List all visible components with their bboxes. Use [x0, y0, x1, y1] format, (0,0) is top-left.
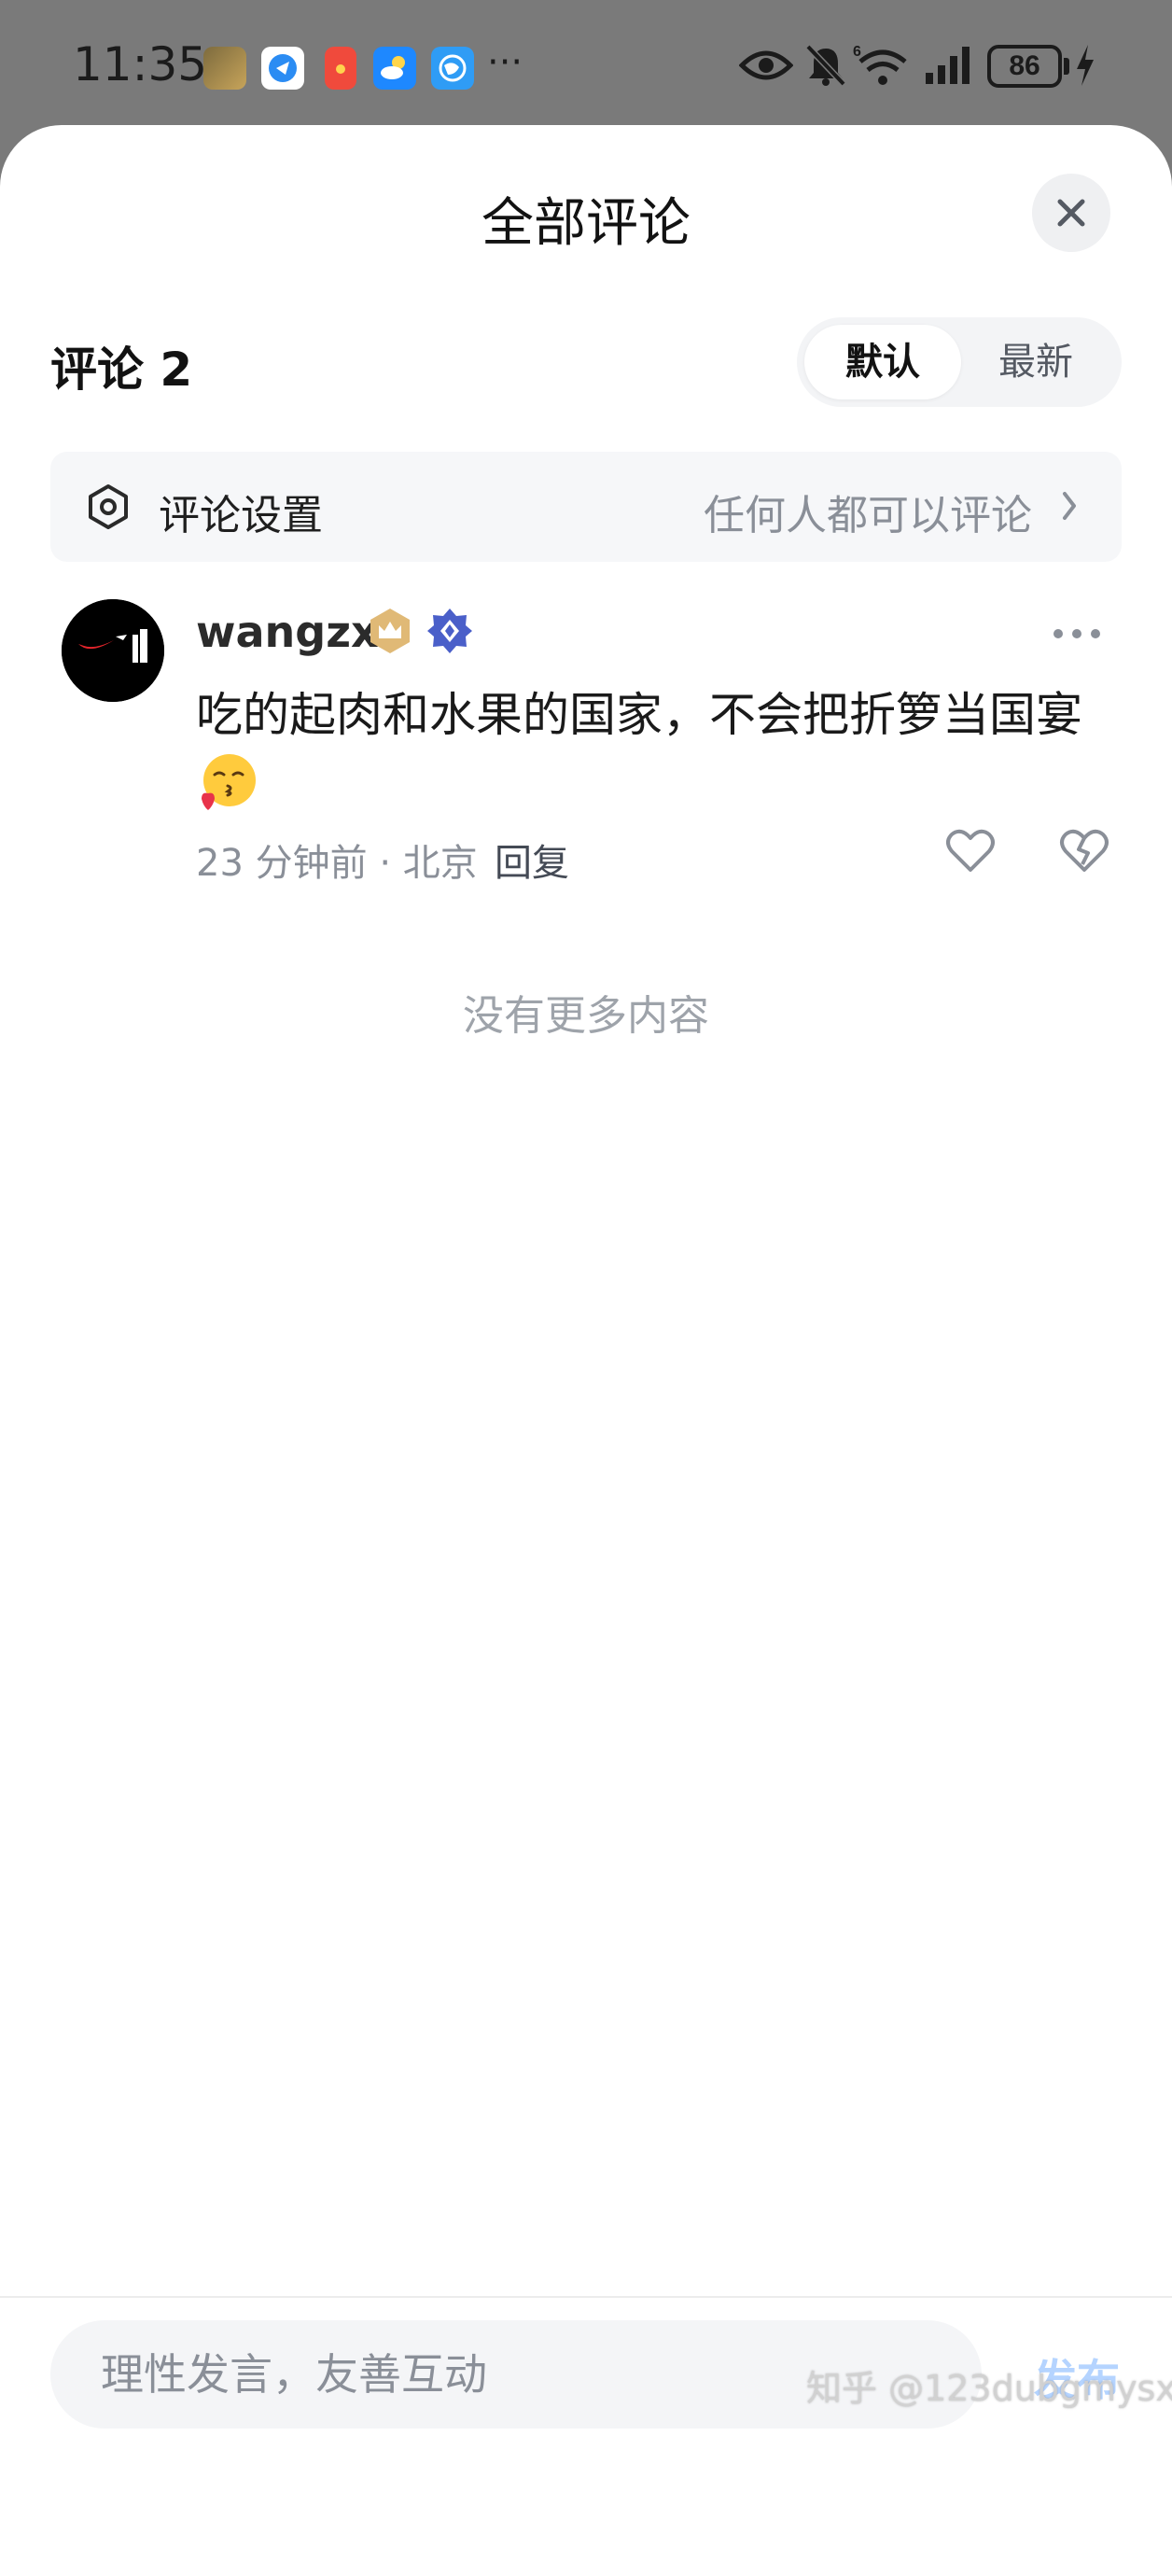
diamond-badge-icon: [426, 607, 474, 659]
settings-label: 评论设置: [159, 492, 323, 539]
eye-icon: [738, 47, 794, 88]
more-icon: [1049, 629, 1105, 651]
chevron-right-icon: [1060, 489, 1079, 526]
game-app-icon: [203, 47, 246, 90]
signal-icon: [924, 45, 976, 90]
settings-value: 任何人都可以评论: [704, 492, 1032, 539]
battery-tip: [1064, 58, 1069, 75]
crown-badge-icon: [366, 607, 414, 659]
no-more-content-label: 没有更多内容: [463, 992, 709, 1040]
close-button[interactable]: [1032, 174, 1110, 252]
globe-app-icon: [431, 47, 474, 90]
status-time: 11:35: [73, 37, 208, 91]
comment-meta: 23 分钟前 · 北京: [196, 842, 478, 885]
mute-bell-icon: [804, 43, 847, 91]
red-envelope-app-icon: [325, 47, 356, 90]
weather-app-icon: [373, 47, 416, 90]
sort-toggle: 默认 最新: [797, 317, 1122, 407]
sort-latest-tab[interactable]: 最新: [957, 325, 1114, 399]
avatar[interactable]: [62, 599, 164, 702]
wifi-6-icon: 6: [853, 41, 907, 91]
comments-sheet: 全部评论 评论 2 默认 最新 评论设置 任何人都可以评论 wangzx 吃的起…: [0, 125, 1172, 2576]
more-options-button[interactable]: [1049, 620, 1105, 648]
comment-username[interactable]: wangzx: [196, 607, 379, 657]
like-heart-icon[interactable]: [944, 827, 997, 879]
comment-settings-row[interactable]: 评论设置 任何人都可以评论: [50, 452, 1122, 562]
svg-text:6: 6: [853, 44, 861, 60]
sheet-title: 全部评论: [481, 193, 691, 254]
close-icon: [1032, 199, 1110, 256]
reply-button[interactable]: 回复: [495, 833, 569, 887]
sort-default-tab[interactable]: 默认: [804, 325, 961, 399]
status-bar: 11:35 ··· 6 86: [0, 0, 1172, 125]
comments-count: 评论 2: [50, 343, 193, 397]
input-bar-divider: [0, 2296, 1172, 2298]
charging-bolt-icon: [1073, 43, 1097, 91]
comment-text: 吃的起肉和水果的国家，不会把折箩当国宴: [196, 688, 1082, 742]
battery-indicator: 86: [987, 45, 1062, 88]
kissing-face-emoji-icon: [196, 752, 258, 818]
browser-app-icon: [261, 47, 304, 90]
more-notifications-indicator: ···: [487, 41, 523, 84]
broken-heart-icon[interactable]: [1058, 827, 1110, 879]
settings-icon: [84, 483, 133, 535]
watermark: 知乎 @123dubgmysx: [806, 2368, 1172, 2409]
